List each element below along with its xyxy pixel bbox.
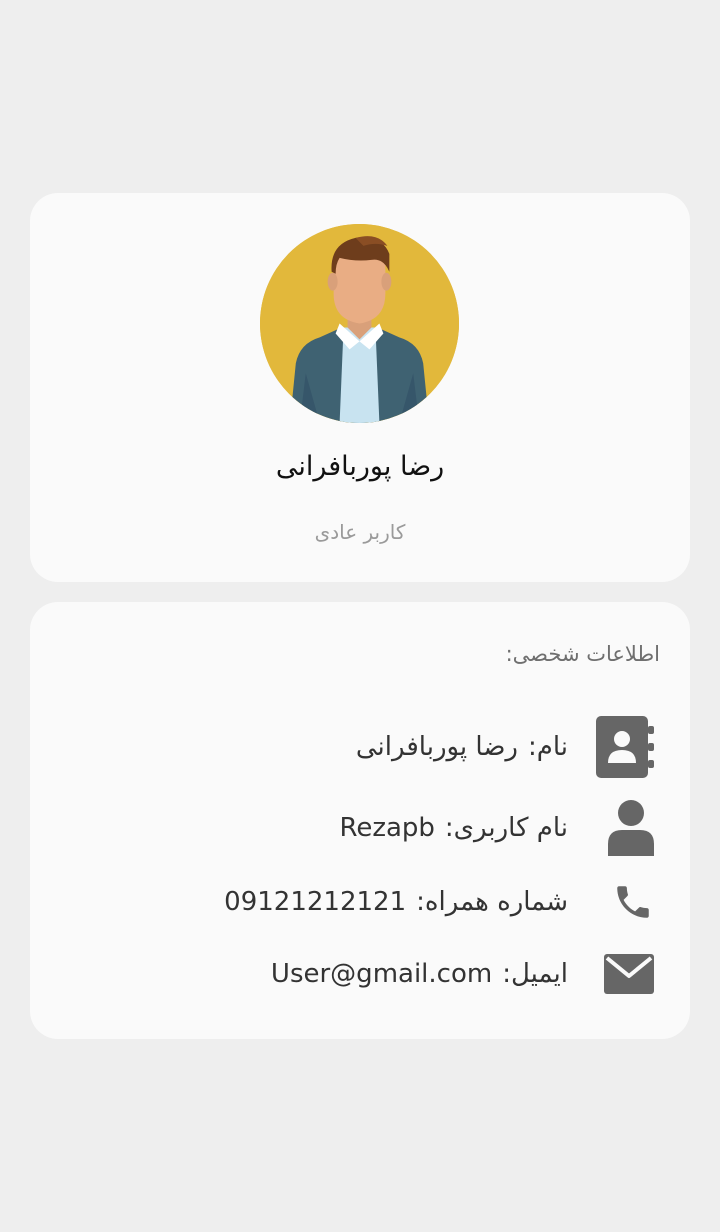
personal-info-card: اطلاعات شخصی: نام: رضا پوربافرانی نام کا… bbox=[30, 602, 690, 1039]
username-label: نام کاربری: bbox=[444, 813, 568, 843]
avatar bbox=[260, 224, 459, 423]
profile-name: رضا پوربافرانی bbox=[275, 451, 445, 482]
info-row-email: ایمیل: User@gmail.com bbox=[271, 942, 654, 1006]
phone-value: 09121212121 bbox=[224, 887, 407, 917]
info-row-text: ایمیل: User@gmail.com bbox=[271, 959, 568, 989]
user-avatar-illustration bbox=[260, 224, 459, 423]
info-row-text: شماره همراه: 09121212121 bbox=[224, 887, 568, 917]
info-row-text: نام: رضا پوربافرانی bbox=[356, 732, 568, 762]
section-title: اطلاعات شخصی: bbox=[505, 642, 660, 666]
phone-label: شماره همراه: bbox=[416, 887, 568, 917]
profile-role: کاربر عادی bbox=[314, 520, 406, 544]
name-label: نام: bbox=[527, 732, 568, 762]
email-value: User@gmail.com bbox=[270, 959, 493, 989]
user-icon bbox=[590, 796, 654, 860]
envelope-icon bbox=[590, 942, 654, 1006]
info-row-name: نام: رضا پوربافرانی bbox=[356, 715, 654, 779]
info-row-username: نام کاربری: Rezapb bbox=[339, 796, 654, 860]
email-label: ایمیل: bbox=[502, 959, 568, 989]
profile-page: رضا پوربافرانی کاربر عادی اطلاعات شخصی: … bbox=[0, 0, 720, 1232]
name-value: رضا پوربافرانی bbox=[355, 732, 518, 762]
username-value: Rezapb bbox=[339, 813, 435, 843]
profile-card: رضا پوربافرانی کاربر عادی bbox=[30, 193, 690, 582]
contact-book-icon bbox=[590, 715, 654, 779]
phone-icon bbox=[590, 870, 654, 934]
info-row-text: نام کاربری: Rezapb bbox=[339, 813, 568, 843]
info-row-phone: شماره همراه: 09121212121 bbox=[224, 870, 654, 934]
